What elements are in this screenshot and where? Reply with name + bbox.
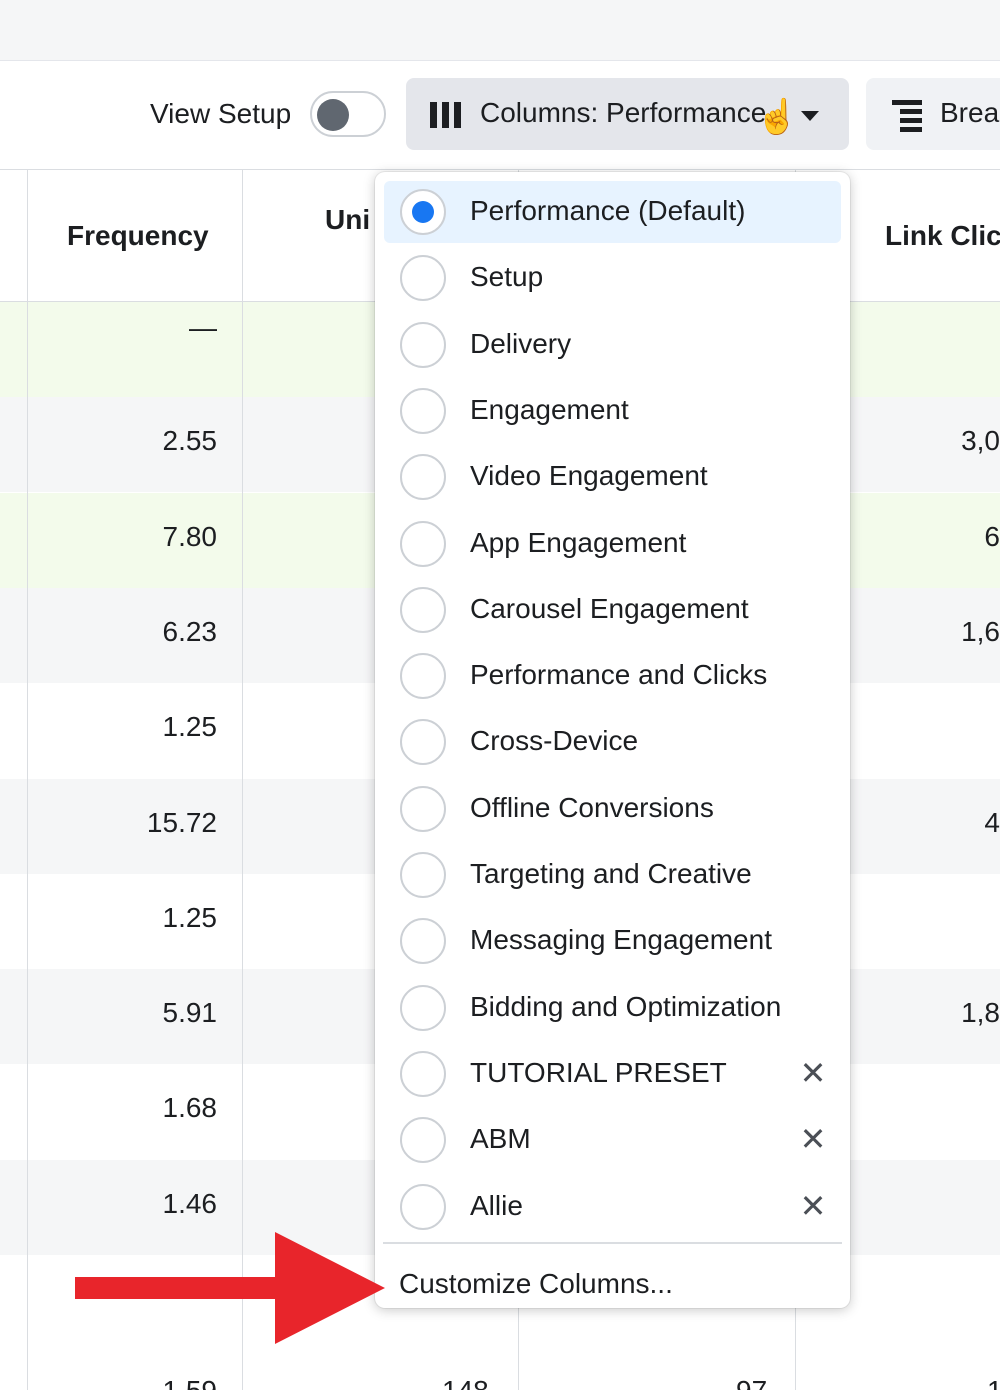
cell-frequency: 1.25 [162, 711, 218, 743]
menu-divider [383, 1242, 842, 1244]
radio-button[interactable] [400, 586, 446, 633]
column-preset-option[interactable]: Delivery [384, 314, 841, 376]
option-label: Allie [470, 1189, 523, 1221]
option-label: Offline Conversions [470, 791, 714, 823]
radio-button[interactable] [400, 255, 446, 302]
cell-link-clicks: 3,0 [961, 425, 1000, 457]
column-preset-option[interactable]: Carousel Engagement [384, 579, 841, 641]
radio-button[interactable] [400, 918, 446, 965]
column-preset-option[interactable]: Engagement [384, 380, 841, 442]
cell-link-clicks: 1,8 [961, 997, 1000, 1029]
radio-button[interactable] [400, 520, 446, 567]
cell-col4: 97 [736, 1375, 767, 1390]
view-setup-toggle[interactable] [310, 91, 386, 137]
breakdown-button[interactable]: Breakdown [866, 78, 1000, 150]
column-divider [27, 170, 28, 1390]
table-row[interactable]: 1.59 148 97 1 [0, 1351, 1000, 1390]
view-setup-label: View Setup [150, 98, 292, 129]
columns-dropdown-menu: Customize Columns... Performance (Defaul… [375, 172, 850, 1308]
header-frequency[interactable]: Frequency [67, 220, 209, 252]
column-preset-option[interactable]: Setup [384, 247, 841, 309]
cell-frequency: 7.80 [162, 520, 218, 552]
column-preset-option[interactable]: Video Engagement [384, 446, 841, 508]
cell-link-clicks: 4 [984, 806, 1000, 838]
column-divider [242, 170, 243, 1390]
option-label: Carousel Engagement [470, 592, 749, 624]
column-preset-option[interactable]: ABM ✕ [384, 1109, 841, 1171]
radio-button[interactable] [400, 653, 446, 700]
option-label: TUTORIAL PRESET [470, 1056, 727, 1088]
top-bar [0, 0, 1000, 61]
radio-button[interactable] [400, 719, 446, 766]
column-preset-option[interactable]: Allie ✕ [384, 1176, 841, 1238]
option-label: Performance (Default) [470, 195, 746, 226]
radio-button[interactable] [400, 1050, 446, 1097]
cell-frequency: 1.68 [162, 1092, 218, 1124]
option-label: Engagement [470, 393, 629, 425]
columns-button-label: Columns: Performance [480, 97, 767, 128]
column-preset-option[interactable]: Cross-Device [384, 711, 841, 773]
radio-button[interactable] [400, 852, 446, 898]
customize-columns-link[interactable]: Customize Columns... [399, 1268, 673, 1300]
radio-button[interactable] [400, 189, 446, 235]
cell-frequency: 1.59 [163, 1375, 218, 1390]
column-preset-option[interactable]: Targeting and Creative [384, 844, 841, 906]
toggle-knob [317, 99, 349, 131]
option-label: Performance and Clicks [470, 659, 768, 691]
close-icon[interactable]: ✕ [798, 1053, 828, 1093]
columns-icon [430, 102, 464, 128]
cell-frequency: 6.23 [162, 615, 218, 647]
cell-link-clicks: 6 [984, 520, 1000, 552]
header-link-clicks[interactable]: Link Clic [885, 220, 1000, 252]
column-preset-option[interactable]: TUTORIAL PRESET ✕ [384, 1043, 841, 1105]
breakdown-button-label: Breakdown [940, 97, 1000, 128]
cell-frequency: 15.72 [146, 806, 217, 838]
option-label: ABM [470, 1123, 531, 1155]
radio-button[interactable] [400, 321, 446, 368]
column-preset-option[interactable]: App Engagement [384, 513, 841, 575]
cell-frequency: 1.46 [162, 1187, 218, 1219]
cell-unique: 148 [442, 1375, 489, 1390]
column-preset-option[interactable]: Bidding and Optimization [384, 977, 841, 1039]
option-label: Video Engagement [470, 460, 708, 492]
cell-frequency: 1.25 [162, 901, 218, 933]
cell-link-clicks: 1 [987, 1375, 1000, 1390]
option-label: Cross-Device [470, 725, 639, 757]
cell-frequency: — [189, 312, 217, 343]
radio-button[interactable] [400, 387, 446, 434]
close-icon[interactable]: ✕ [798, 1119, 828, 1159]
hand-cursor-icon: ☝ [756, 98, 799, 136]
annotation-arrow-icon [75, 1232, 385, 1344]
header-unique[interactable]: Uni [325, 204, 370, 236]
option-label: Targeting and Creative [470, 858, 752, 889]
radio-button[interactable] [400, 785, 446, 832]
cell-link-clicks: 1,6 [961, 615, 1000, 647]
radio-button[interactable] [400, 1117, 446, 1164]
close-icon[interactable]: ✕ [798, 1186, 828, 1226]
caret-down-icon [801, 111, 819, 121]
radio-button[interactable] [400, 1183, 446, 1230]
option-label: Bidding and Optimization [470, 990, 782, 1022]
column-preset-option[interactable]: Offline Conversions [384, 778, 841, 840]
breakdown-icon [892, 100, 922, 132]
option-label: Delivery [470, 327, 572, 359]
column-preset-option[interactable]: Messaging Engagement [384, 910, 841, 972]
option-label: Setup [470, 261, 544, 293]
column-preset-option[interactable]: Performance and Clicks [384, 645, 841, 707]
option-label: App Engagement [470, 526, 687, 558]
option-label: Messaging Engagement [470, 924, 772, 956]
cell-frequency: 2.55 [162, 425, 218, 457]
column-preset-option[interactable]: Performance (Default) [384, 181, 841, 243]
cell-frequency: 5.91 [162, 997, 218, 1029]
radio-button[interactable] [400, 984, 446, 1031]
radio-button[interactable] [400, 454, 446, 501]
